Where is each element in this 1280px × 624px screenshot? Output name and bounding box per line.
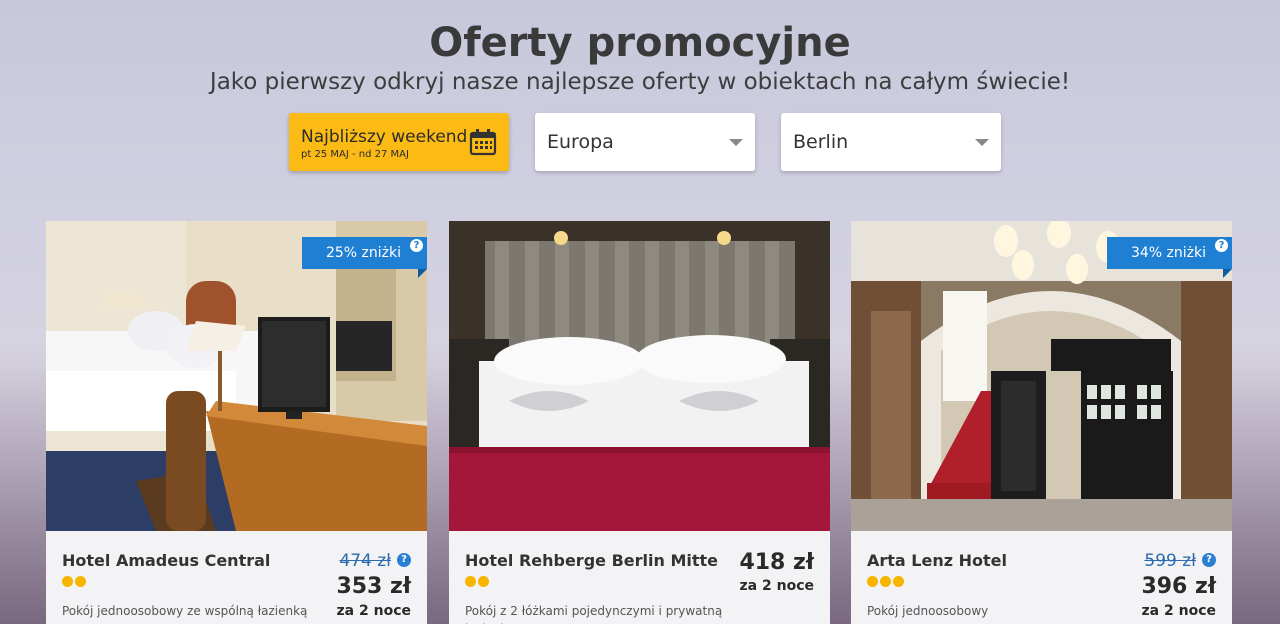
info-icon[interactable]: ? xyxy=(1202,553,1216,567)
hotel-card[interactable]: Hotel Rehberge Berlin Mitte Pokój z 2 łó… xyxy=(449,221,830,624)
badge-ribbon xyxy=(1223,269,1232,278)
chevron-down-icon xyxy=(729,139,743,146)
hotel-name: Arta Lenz Hotel xyxy=(867,551,1007,570)
filters-bar: Najbliższy weekend pt 25 MAJ - nd 27 MAJ… xyxy=(289,113,1001,171)
info-icon[interactable]: ? xyxy=(397,553,411,567)
hotel-photo xyxy=(449,221,830,531)
hotel-stars xyxy=(465,576,489,587)
discount-badge: 25% zniżki xyxy=(301,237,427,269)
hotel-card-details: Hotel Amadeus Central Pokój jednoosobowy… xyxy=(46,531,427,624)
price-period: za 2 noce xyxy=(336,603,411,619)
old-price: 474 zł xyxy=(339,551,391,571)
hotel-card-details: Hotel Rehberge Berlin Mitte Pokój z 2 łó… xyxy=(449,531,830,624)
hotel-photo: 25% zniżki ? xyxy=(46,221,427,531)
old-price: 599 zł xyxy=(1144,551,1196,571)
star-icon xyxy=(62,576,73,587)
discount-badge: 34% zniżki xyxy=(1106,237,1232,269)
hotel-card[interactable]: 25% zniżki ? Hotel Amadeus Central Pokój… xyxy=(46,221,427,624)
hotel-photo: 34% zniżki ? xyxy=(851,221,1232,531)
region-select-value: Europa xyxy=(547,131,614,153)
date-range-button[interactable]: Najbliższy weekend pt 25 MAJ - nd 27 MAJ xyxy=(289,113,509,171)
hotel-stars xyxy=(867,576,904,587)
room-type: Pokój jednoosobowy xyxy=(867,604,989,618)
room-type: Pokój jednoosobowy ze wspólną łazienką xyxy=(62,604,308,618)
city-select[interactable]: Berlin xyxy=(781,113,1001,171)
help-icon[interactable]: ? xyxy=(1215,239,1228,252)
star-icon xyxy=(478,576,489,587)
badge-ribbon xyxy=(418,269,427,278)
star-icon xyxy=(867,576,878,587)
page-subtitle: Jako pierwszy odkryj nasze najlepsze ofe… xyxy=(209,69,1071,95)
star-icon xyxy=(893,576,904,587)
star-icon xyxy=(465,576,476,587)
price: 353 zł xyxy=(336,574,411,599)
price: 396 zł xyxy=(1141,574,1216,599)
help-icon[interactable]: ? xyxy=(410,239,423,252)
hotel-name: Hotel Rehberge Berlin Mitte xyxy=(465,551,718,570)
hotel-card[interactable]: 34% zniżki ? Arta Lenz Hotel Pokój jedno… xyxy=(851,221,1232,624)
city-select-value: Berlin xyxy=(793,131,849,153)
hotel-card-details: Arta Lenz Hotel Pokój jednoosobowy 599 z… xyxy=(851,531,1232,624)
chevron-down-icon xyxy=(975,139,989,146)
star-icon xyxy=(75,576,86,587)
room-type: Pokój z 2 łóżkami pojedynczymi i prywatn… xyxy=(465,604,723,624)
page-title: Oferty promocyjne xyxy=(429,20,851,66)
price: 418 zł xyxy=(739,550,814,575)
hotel-stars xyxy=(62,576,86,587)
region-select[interactable]: Europa xyxy=(535,113,755,171)
price-period: za 2 noce xyxy=(739,578,814,594)
star-icon xyxy=(880,576,891,587)
page-header: Oferty promocyjne Jako pierwszy odkryj n… xyxy=(0,18,1280,96)
price-period: za 2 noce xyxy=(1141,603,1216,619)
calendar-icon xyxy=(469,129,497,156)
hotel-name: Hotel Amadeus Central xyxy=(62,551,271,570)
